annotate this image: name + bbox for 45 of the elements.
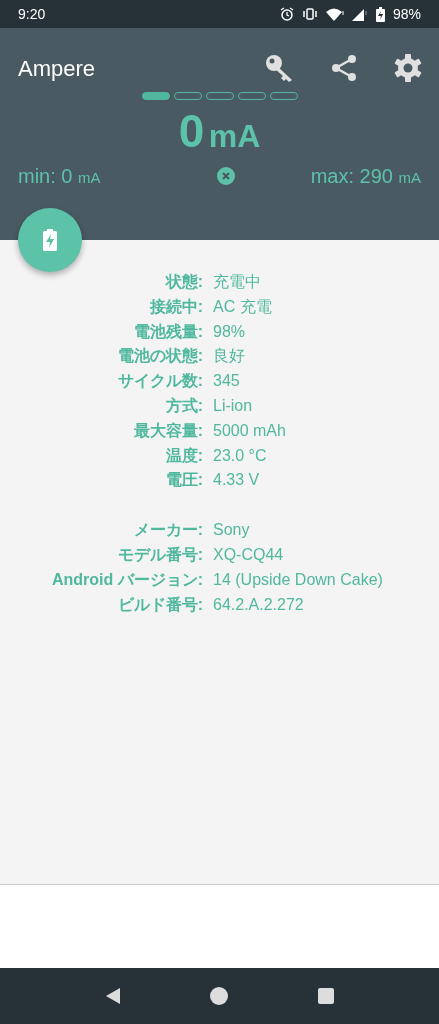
info-value: AC 充電: [213, 296, 272, 317]
info-label: 温度:: [164, 445, 204, 466]
info-label: 最大容量:: [132, 420, 204, 441]
info-label: モデル番号:: [116, 544, 204, 565]
min-reading: min: 0 mA: [18, 164, 101, 190]
info-label: Android バージョン:: [50, 569, 204, 590]
battery-icon: [43, 229, 57, 251]
battery-percent: 98%: [392, 4, 421, 24]
battery-button[interactable]: [18, 208, 82, 272]
info-value: 4.33 V: [213, 470, 260, 491]
info-label: 電圧:: [164, 470, 204, 491]
info-value: 良好: [213, 346, 245, 367]
info-value: 充電中: [213, 272, 261, 292]
info-label: 電池残量:: [132, 321, 204, 342]
status-time: 9:20: [18, 4, 46, 24]
info-label: 接続中:: [148, 296, 204, 317]
info-value: 64.2.A.2.272: [213, 594, 304, 615]
info-value: 98%: [213, 321, 246, 342]
info-value: 5000 mAh: [213, 420, 286, 441]
info-label: メーカー:: [132, 520, 204, 541]
home-icon[interactable]: [209, 986, 230, 1006]
info-label: 電池の状態:: [116, 346, 204, 367]
info-value: XQ-CQ44: [213, 544, 284, 565]
info-label: 方式:: [164, 396, 204, 416]
settings-icon[interactable]: [393, 53, 423, 83]
page-indicator[interactable]: [141, 92, 170, 100]
info-value: 14 (Upside Down Cake): [213, 569, 383, 590]
info-value: 23.0 °C: [213, 445, 267, 466]
battery-icon: [375, 6, 385, 22]
current-reading: 0 mA: [178, 104, 261, 159]
share-icon[interactable]: [331, 54, 357, 82]
signal-icon: [351, 7, 368, 21]
alarm-icon: [279, 7, 294, 21]
info-label: 状態:: [164, 272, 204, 292]
info-value: 345: [213, 371, 240, 392]
info-label: ビルド番号:: [116, 594, 204, 615]
recents-icon[interactable]: [317, 987, 336, 1005]
wifi-icon: [325, 7, 344, 21]
reset-icon[interactable]: [216, 167, 235, 186]
vibrate-icon: [301, 8, 318, 20]
max-reading: max: 290 mA: [310, 164, 421, 190]
info-label: サイクル数:: [116, 371, 204, 392]
app-title: Ampere: [18, 54, 96, 83]
info-value: Li-ion: [213, 396, 253, 416]
info-value: Sony: [213, 520, 250, 541]
